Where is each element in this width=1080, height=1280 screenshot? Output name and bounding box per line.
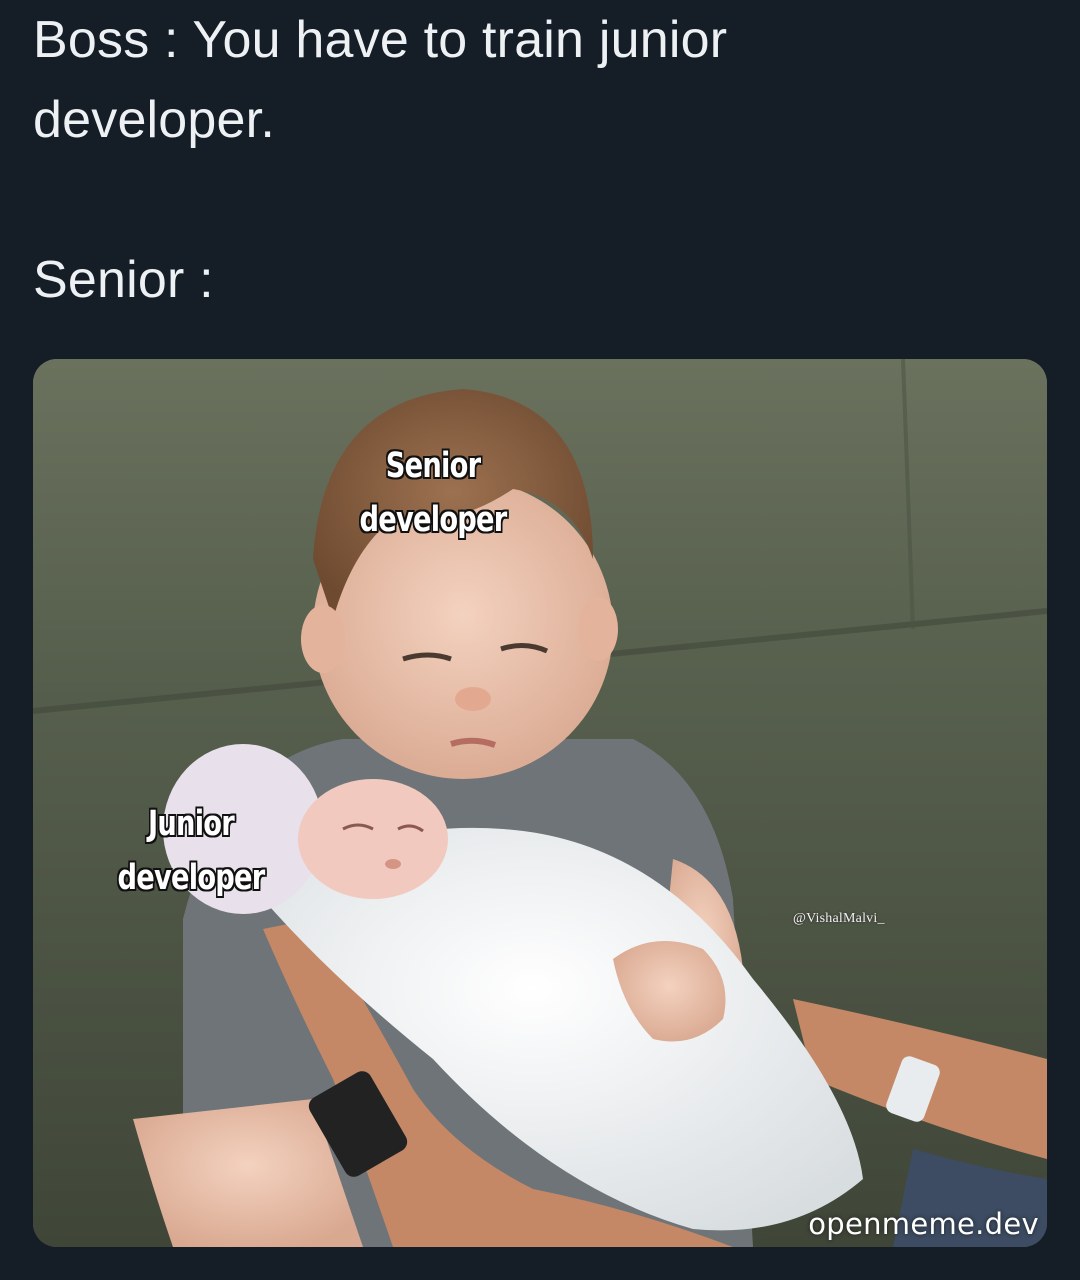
watermark: openmeme.dev	[808, 1207, 1039, 1241]
tweet-text-line-2: developer.	[33, 91, 275, 149]
label-senior-line-1: Senior	[385, 446, 481, 486]
tweet-text-line-1: Boss : You have to train junior	[33, 11, 728, 69]
label-junior-developer: Junior developer	[74, 797, 308, 905]
tweet-text-gap	[33, 160, 1043, 240]
label-junior-line-1: Junior	[148, 804, 235, 844]
label-senior-line-2: developer	[359, 500, 507, 540]
tweet-text: Boss : You have to train junior develope…	[33, 0, 1043, 320]
tweet: Boss : You have to train junior develope…	[0, 0, 1080, 1280]
tweet-text-line-3: Senior :	[33, 251, 214, 309]
label-senior-developer: Senior developer	[316, 439, 550, 547]
image-credit: @VishalMalvi_	[793, 911, 885, 926]
meme-image[interactable]: Senior developer Junior developer @Visha…	[33, 359, 1047, 1247]
label-junior-line-2: developer	[117, 858, 265, 898]
